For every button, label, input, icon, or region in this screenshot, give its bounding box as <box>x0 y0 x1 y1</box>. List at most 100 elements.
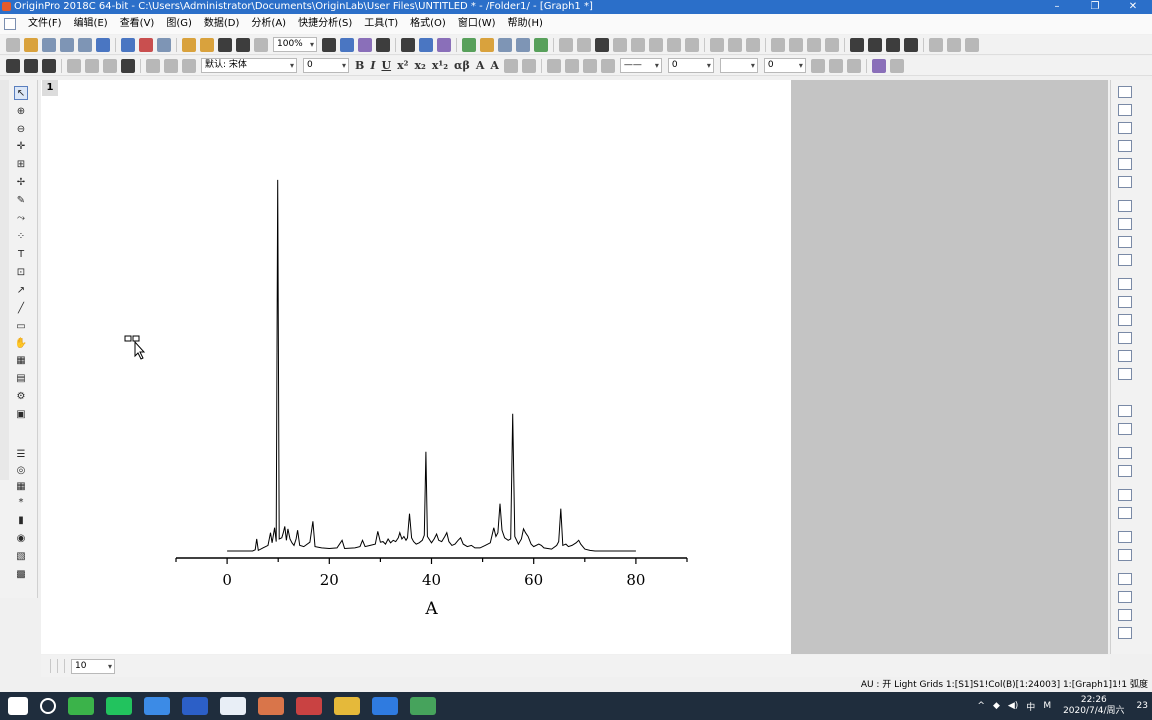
x-tick-label[interactable]: 20 <box>320 571 339 589</box>
add-right-y-icon[interactable] <box>1118 236 1132 248</box>
set-x-icon[interactable] <box>771 37 785 52</box>
align-right-icon[interactable] <box>1118 423 1132 435</box>
new-matrix-icon[interactable] <box>78 37 92 52</box>
align-top-icon[interactable] <box>1118 447 1132 459</box>
new-notes-icon[interactable] <box>139 37 153 52</box>
table-border-icon[interactable] <box>846 58 861 73</box>
import-icon[interactable] <box>254 37 268 52</box>
new-project-icon[interactable] <box>6 37 20 52</box>
line-tool-icon[interactable]: ╱ <box>14 302 28 316</box>
clock[interactable]: 22:26 2020/7/4/周六 <box>1063 695 1124 717</box>
copy-page-icon[interactable] <box>340 37 354 52</box>
app-matlab-icon[interactable] <box>296 697 322 715</box>
app-green-icon[interactable] <box>106 697 132 715</box>
ime-indicator[interactable]: 中 <box>1026 700 1035 713</box>
sort-icon[interactable] <box>613 37 627 52</box>
increase-font-button[interactable]: A <box>476 59 485 72</box>
filter-clear-icon[interactable] <box>728 37 742 52</box>
marker-icon[interactable] <box>871 58 886 73</box>
new-graph-icon[interactable] <box>60 37 74 52</box>
column-stats-icon[interactable] <box>577 37 591 52</box>
zoom-in-icon[interactable]: ⊕ <box>14 105 28 119</box>
menu-graph[interactable]: 图(G) <box>160 14 198 34</box>
project-explorer-icon[interactable] <box>462 37 476 52</box>
print-icon[interactable] <box>322 37 336 52</box>
series-line[interactable] <box>227 179 636 552</box>
document-icon[interactable] <box>4 18 16 30</box>
duplicate-icon[interactable] <box>376 37 390 52</box>
axis-y-icon[interactable] <box>1118 140 1132 152</box>
data-reader-icon[interactable]: ✢ <box>14 176 28 190</box>
new-workbook-icon[interactable] <box>42 37 56 52</box>
line-color-icon[interactable] <box>582 58 597 73</box>
command-window-icon[interactable] <box>437 37 451 52</box>
sum-icon[interactable] <box>595 37 609 52</box>
menu-view[interactable]: 查看(V) <box>114 14 161 34</box>
menu-format[interactable]: 格式(O) <box>404 14 452 34</box>
ruler-icon[interactable]: ▮ <box>14 514 28 528</box>
decrease-font-button[interactable]: A <box>490 59 499 72</box>
axis-bottom-icon[interactable] <box>1118 278 1132 290</box>
filter-options-icon[interactable] <box>746 37 760 52</box>
minimize-button[interactable]: – <box>1038 0 1076 14</box>
save-project-icon[interactable] <box>218 37 232 52</box>
arrange-icon[interactable] <box>85 58 99 73</box>
mask-points-icon[interactable]: ✎ <box>14 194 28 208</box>
open-template-icon[interactable] <box>200 37 214 52</box>
rescale-icon[interactable] <box>6 58 20 73</box>
scale-icon[interactable] <box>1118 176 1132 188</box>
menu-analysis[interactable]: 分析(A) <box>245 14 292 34</box>
subscript-button[interactable]: x₂ <box>414 59 425 72</box>
menu-window[interactable]: 窗口(W) <box>452 14 502 34</box>
region-tool-icon[interactable]: ▦ <box>14 354 28 368</box>
x-tick-label[interactable]: 0 <box>222 571 232 589</box>
save-template-icon[interactable] <box>236 37 250 52</box>
tray-network-icon[interactable]: ◆ <box>993 701 1000 711</box>
set-z-icon[interactable] <box>807 37 821 52</box>
axis-right-icon[interactable] <box>1118 332 1132 344</box>
axis-all-icon[interactable] <box>1118 368 1132 380</box>
axis-xy-icon[interactable] <box>1118 104 1132 116</box>
message-log-icon[interactable] <box>480 37 494 52</box>
axis-x-icon[interactable] <box>1118 122 1132 134</box>
superscript-button[interactable]: x² <box>397 59 408 72</box>
menu-file[interactable]: 文件(F) <box>22 14 68 34</box>
insert-graph-icon[interactable]: ▤ <box>14 372 28 386</box>
x-tick-label[interactable]: 80 <box>626 571 645 589</box>
set-error-icon[interactable] <box>825 37 839 52</box>
maximize-button[interactable]: ❐ <box>1076 0 1114 14</box>
insert-equation-icon[interactable]: ⚙ <box>14 390 28 404</box>
add-top-x-icon[interactable] <box>1118 218 1132 230</box>
extract-icon[interactable] <box>42 58 56 73</box>
new-excel-icon[interactable] <box>157 37 171 52</box>
back-icon[interactable] <box>1118 591 1132 603</box>
merge-cells-icon[interactable] <box>889 58 904 73</box>
screen-reader-icon[interactable]: ✛ <box>14 140 28 154</box>
app-chrome-icon[interactable] <box>220 697 246 715</box>
swap-mask-icon[interactable] <box>965 37 979 52</box>
code-builder-icon[interactable] <box>401 37 415 52</box>
stamp-icon[interactable]: ◉ <box>14 532 28 546</box>
x-tick-label[interactable]: 40 <box>422 571 441 589</box>
filter-icon[interactable] <box>710 37 724 52</box>
smart-hint-icon[interactable] <box>498 37 512 52</box>
axis-left-icon[interactable] <box>1118 314 1132 326</box>
last-icon[interactable] <box>904 37 918 52</box>
forward-icon[interactable] <box>1118 609 1132 621</box>
layer-tool-icon[interactable] <box>1118 86 1132 98</box>
new-folder-icon[interactable] <box>24 37 38 52</box>
set-value-icon[interactable] <box>631 37 645 52</box>
new-layout-icon[interactable] <box>121 37 135 52</box>
start-icon[interactable] <box>8 697 28 715</box>
border-icon[interactable] <box>828 58 843 73</box>
zoom-select[interactable]: 100% <box>273 37 317 52</box>
asterisk-icon[interactable]: * <box>14 496 28 510</box>
symbol-icon[interactable] <box>600 58 615 73</box>
line-plot-icon[interactable] <box>649 37 663 52</box>
align-center-icon[interactable] <box>1118 489 1132 501</box>
ime-mode-indicator[interactable]: M <box>1043 701 1051 711</box>
symbol-size-select[interactable] <box>719 58 758 73</box>
prev-icon[interactable] <box>868 37 882 52</box>
inset-icon[interactable] <box>1118 254 1132 266</box>
bottom-size-select[interactable]: 10 <box>71 658 115 674</box>
